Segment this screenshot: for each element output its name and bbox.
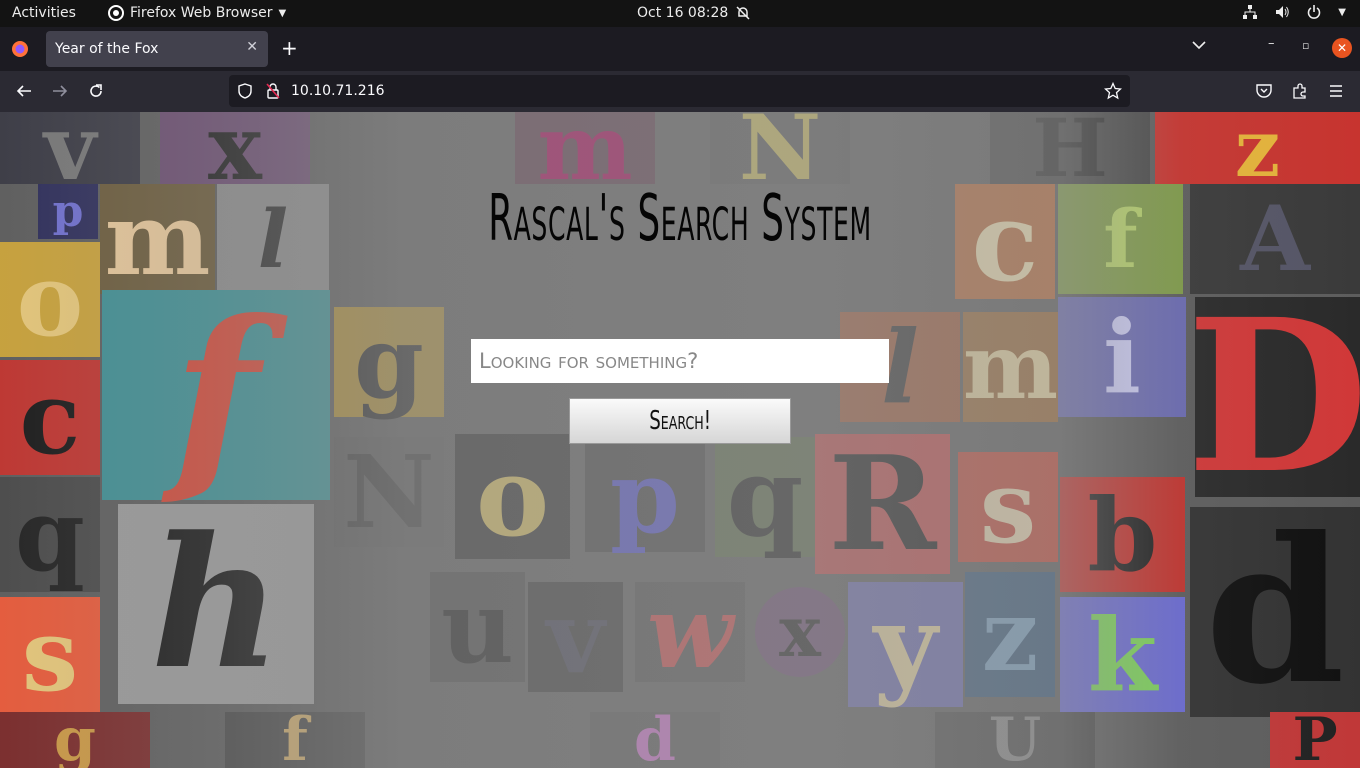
plus-icon[interactable]: +: [281, 36, 298, 60]
search-input[interactable]: [471, 339, 889, 383]
tab-title: Year of the Fox: [55, 41, 159, 57]
app-name: Firefox Web Browser: [130, 5, 273, 21]
system-tray[interactable]: ▼: [1242, 4, 1346, 20]
bell-muted-icon: [736, 6, 750, 20]
web-page: v x m N H z p m l c f A o f g l m i D c …: [0, 112, 1360, 768]
shield-icon[interactable]: [237, 83, 253, 99]
minimize-icon[interactable]: –: [1268, 36, 1275, 51]
clock-text: Oct 16 08:28: [637, 5, 729, 21]
url-text[interactable]: 10.10.71.216: [291, 83, 385, 99]
navigation-toolbar: 10.10.71.216: [0, 71, 1360, 112]
search-button[interactable]: Search!: [569, 398, 791, 444]
tab-strip: Year of the Fox ✕ + – ▫ ✕: [0, 27, 1360, 71]
reload-icon[interactable]: [87, 82, 105, 100]
back-icon[interactable]: [15, 82, 33, 100]
maximize-icon[interactable]: ▫: [1302, 39, 1309, 52]
chevron-down-icon: ▼: [1338, 6, 1346, 18]
forward-icon[interactable]: [51, 82, 69, 100]
menu-icon[interactable]: [1327, 82, 1345, 100]
star-icon[interactable]: [1104, 82, 1122, 100]
tab-year-of-the-fox[interactable]: Year of the Fox ✕: [46, 31, 268, 67]
network-icon: [1243, 5, 1258, 19]
firefox-icon: [12, 41, 28, 57]
extensions-icon[interactable]: [1291, 82, 1309, 100]
power-icon: [1308, 5, 1321, 19]
chevron-down-icon[interactable]: [1192, 40, 1206, 50]
lock-icon[interactable]: [265, 82, 281, 100]
url-bar[interactable]: 10.10.71.216: [229, 75, 1130, 107]
chevron-down-icon: ▼: [278, 7, 287, 19]
firefox-icon: [108, 5, 124, 21]
search-button-label: Search!: [649, 406, 711, 436]
clock[interactable]: Oct 16 08:28: [637, 5, 750, 21]
close-icon[interactable]: ✕: [1332, 38, 1352, 58]
pocket-icon[interactable]: [1255, 82, 1273, 100]
page-title: Rascal's Search System: [488, 182, 872, 256]
activities-button[interactable]: Activities: [12, 5, 76, 21]
app-menu[interactable]: Firefox Web Browser ▼: [108, 5, 286, 21]
close-icon[interactable]: ✕: [246, 39, 258, 55]
volume-icon: [1276, 6, 1290, 18]
system-top-bar: Activities Firefox Web Browser ▼ Oct 16 …: [0, 0, 1360, 27]
